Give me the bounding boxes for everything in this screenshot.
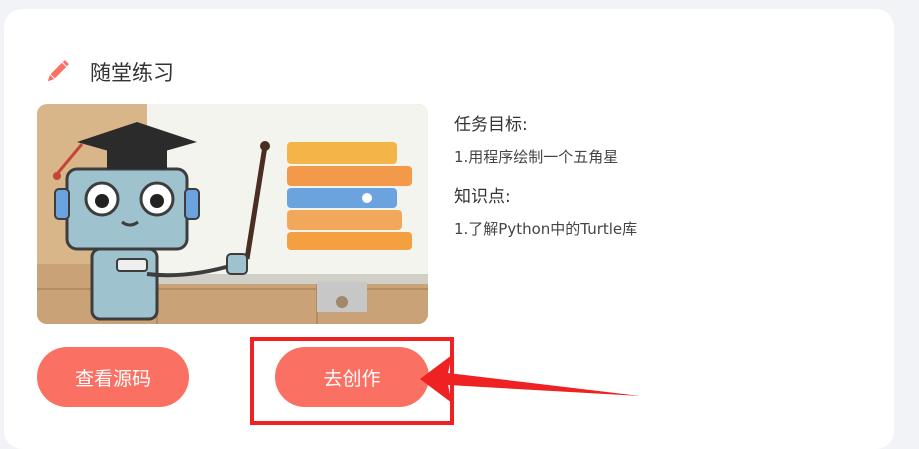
- knowledge-item: 1.了解Python中的Turtle库: [454, 220, 638, 238]
- create-button[interactable]: 去创作: [275, 347, 429, 407]
- view-source-button[interactable]: 查看源码: [37, 347, 189, 407]
- practice-card: 随堂练习 任务目标: 1.用程序绘制一个五角星 知识点: 1.了解Python中…: [4, 9, 894, 449]
- goal-label: 任务目标:: [454, 115, 528, 135]
- task-info: 任务目标: 1.用程序绘制一个五角星 知识点: 1.了解Python中的Turt…: [454, 113, 874, 240]
- knowledge-label: 知识点:: [454, 187, 511, 207]
- goal-item: 1.用程序绘制一个五角星: [454, 148, 619, 166]
- pencil-icon: [47, 60, 69, 82]
- robot-teacher-illustration: [37, 104, 428, 324]
- card-title: 随堂练习: [90, 61, 174, 85]
- card-header: 随堂练习: [44, 47, 174, 97]
